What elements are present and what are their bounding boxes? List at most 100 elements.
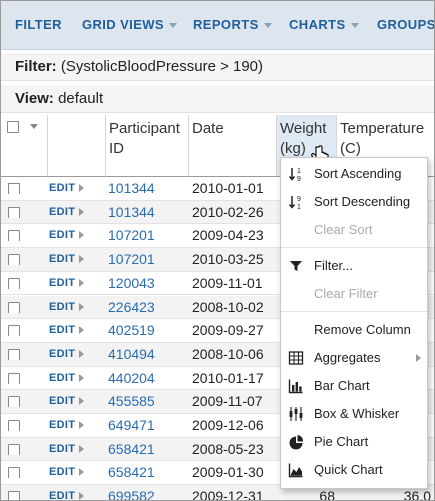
select-all-header (1, 115, 48, 177)
participant-id-link[interactable]: 455585 (108, 390, 155, 413)
edit-link[interactable]: EDIT (49, 390, 85, 413)
row-checkbox[interactable] (8, 183, 20, 194)
column-context-menu: 19 Sort Ascending 91 Sort Descending Cle… (280, 157, 428, 489)
date-cell: 2008-05-23 (192, 440, 264, 457)
clear-sort-menu-item[interactable]: Clear Sort (281, 216, 427, 244)
menu-item-label: Sort Descending (314, 194, 411, 209)
menu-item-label: Filter... (314, 258, 354, 273)
charts-menu-button[interactable]: CHARTS (289, 1, 359, 49)
row-checkbox[interactable] (8, 443, 20, 455)
chevron-right-icon (79, 421, 85, 430)
grid-views-menu-button[interactable]: GRID VIEWS (82, 1, 178, 49)
participant-id-link[interactable]: 226423 (108, 296, 155, 319)
participant-id-link[interactable]: 402519 (108, 319, 155, 342)
participant-id-link[interactable]: 658421 (108, 438, 155, 461)
chevron-down-icon[interactable] (30, 124, 38, 129)
select-all-checkbox[interactable] (7, 121, 19, 133)
pie-chart-menu-item[interactable]: Pie Chart (281, 428, 427, 456)
row-checkbox[interactable] (8, 206, 20, 218)
filter-menu-item[interactable]: Filter... (281, 252, 427, 280)
sort-ascending-menu-item[interactable]: 19 Sort Ascending (281, 160, 427, 188)
charts-label: CHARTS (289, 17, 346, 32)
column-header-label: Weight (280, 120, 327, 137)
bar-chart-menu-item[interactable]: Bar Chart (281, 372, 427, 400)
edit-link[interactable]: EDIT (49, 272, 85, 295)
chevron-right-icon (79, 231, 85, 240)
participant-id-link[interactable]: 699582 (108, 485, 155, 500)
row-checkbox[interactable] (8, 301, 20, 313)
chevron-right-icon (79, 207, 85, 216)
participant-id-link[interactable]: 440204 (108, 367, 155, 390)
edit-link[interactable]: EDIT (49, 319, 85, 342)
edit-link-label: EDIT (49, 229, 76, 242)
clear-filter-menu-item[interactable]: Clear Filter (281, 280, 427, 308)
edit-link[interactable]: EDIT (49, 461, 85, 484)
row-checkbox[interactable] (8, 254, 20, 266)
reports-menu-button[interactable]: REPORTS (193, 1, 272, 49)
edit-link-label: EDIT (49, 395, 76, 408)
participant-id-link[interactable]: 120043 (108, 272, 155, 295)
edit-link-label: EDIT (49, 205, 76, 218)
edit-column-header (48, 115, 106, 177)
row-checkbox[interactable] (8, 325, 20, 337)
sort-descending-menu-item[interactable]: 91 Sort Descending (281, 188, 427, 216)
participant-id-link[interactable]: 101344 (108, 177, 155, 200)
edit-link[interactable]: EDIT (49, 177, 85, 200)
participant-id-link[interactable]: 101344 (108, 201, 155, 224)
aggregates-menu-item[interactable]: Aggregates (281, 344, 427, 372)
quick-chart-menu-item[interactable]: Quick Chart (281, 456, 427, 484)
filter-menu-button[interactable]: FILTER (15, 1, 62, 49)
edit-link[interactable]: EDIT (49, 438, 85, 461)
date-cell: 2009-04-23 (192, 227, 264, 244)
sort-ascending-icon: 19 (288, 168, 301, 182)
edit-link[interactable]: EDIT (49, 248, 85, 271)
date-cell: 2010-03-25 (192, 251, 264, 268)
column-header-participant-id[interactable]: Participant ID (106, 115, 189, 177)
edit-link-label: EDIT (49, 466, 76, 479)
groups-label: GROUPS (377, 17, 435, 32)
toolbar: FILTER GRID VIEWS REPORTS CHARTS GROUPS (1, 1, 434, 50)
svg-text:1: 1 (297, 168, 301, 175)
edit-link[interactable]: EDIT (49, 367, 85, 390)
row-checkbox[interactable] (8, 467, 20, 479)
date-cell: 2010-01-17 (192, 369, 264, 386)
svg-text:9: 9 (297, 196, 301, 203)
row-checkbox[interactable] (8, 372, 20, 384)
edit-link[interactable]: EDIT (49, 485, 85, 501)
area-chart-icon (288, 463, 303, 478)
edit-link[interactable]: EDIT (49, 343, 85, 366)
chevron-right-icon (79, 492, 85, 500)
remove-column-menu-item[interactable]: Remove Column (281, 316, 427, 344)
chevron-right-icon (79, 468, 85, 477)
table-grid-icon (288, 351, 304, 365)
row-checkbox[interactable] (8, 230, 20, 242)
menu-item-label: Bar Chart (314, 378, 370, 393)
box-whisker-menu-item[interactable]: Box & Whisker (281, 400, 427, 428)
participant-id-link[interactable]: 410494 (108, 343, 155, 366)
participant-id-link[interactable]: 107201 (108, 248, 155, 271)
edit-link[interactable]: EDIT (49, 296, 85, 319)
pie-chart-icon (289, 435, 304, 450)
row-checkbox[interactable] (8, 277, 20, 289)
edit-link-label: EDIT (49, 347, 76, 360)
row-checkbox[interactable] (8, 396, 20, 408)
participant-id-link[interactable]: 107201 (108, 224, 155, 247)
column-header-date[interactable]: Date (189, 115, 277, 177)
row-checkbox[interactable] (8, 491, 20, 500)
column-header-label: Participant (109, 120, 180, 137)
participant-id-link[interactable]: 658421 (108, 461, 155, 484)
edit-link[interactable]: EDIT (49, 201, 85, 224)
chevron-down-icon (350, 23, 359, 29)
edit-link-label: EDIT (49, 253, 76, 266)
date-cell: 2008-10-02 (192, 298, 264, 315)
participant-id-link[interactable]: 649471 (108, 414, 155, 437)
edit-link[interactable]: EDIT (49, 414, 85, 437)
edit-link[interactable]: EDIT (49, 224, 85, 247)
edit-link-label: EDIT (49, 490, 76, 501)
groups-menu-button[interactable]: GROUPS (377, 1, 435, 49)
date-cell: 2009-11-07 (192, 393, 263, 410)
chevron-right-icon (416, 354, 421, 362)
row-checkbox[interactable] (8, 348, 20, 360)
row-checkbox[interactable] (8, 420, 20, 431)
view-value: default (58, 90, 104, 107)
